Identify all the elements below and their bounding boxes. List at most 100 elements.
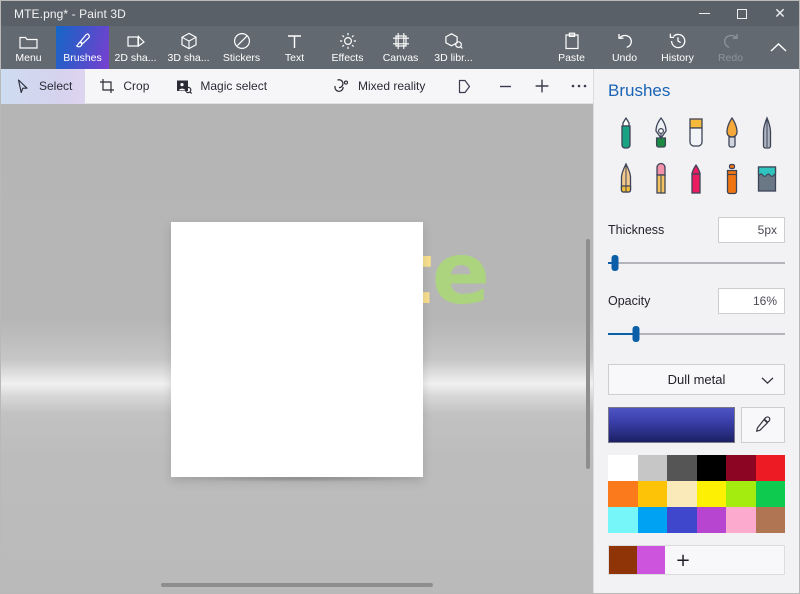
current-color-swatch[interactable]: [608, 407, 735, 443]
ribbon-item-brushes[interactable]: Brushes: [56, 26, 109, 69]
palette-swatch[interactable]: [608, 507, 638, 533]
recent-color-swatch[interactable]: [609, 546, 637, 574]
thickness-knob[interactable]: [612, 255, 619, 271]
mixed-reality-label: Mixed reality: [358, 79, 425, 93]
thickness-slider[interactable]: [608, 255, 785, 271]
palette-swatch[interactable]: [638, 507, 668, 533]
collapse-ribbon-button[interactable]: [757, 26, 799, 69]
palette-swatch[interactable]: [638, 481, 668, 507]
zoom-out-button[interactable]: [489, 69, 522, 104]
magic-select-label: Magic select: [200, 79, 267, 93]
palette-swatch[interactable]: [697, 507, 727, 533]
ribbon-item-text[interactable]: Text: [268, 26, 321, 69]
ribbon-toolbar: Menu Brushes 2D sha... 3D sha... Sticker: [1, 26, 799, 69]
zoom-in-button[interactable]: [526, 69, 559, 104]
palette-swatch[interactable]: [726, 507, 756, 533]
select-tool-label: Select: [39, 79, 72, 93]
brush-calligraphy-pen[interactable]: [643, 112, 678, 154]
brush-fill[interactable]: [750, 158, 785, 200]
horizontal-scrollbar[interactable]: [161, 583, 433, 587]
ribbon-item-effects[interactable]: Effects: [321, 26, 374, 69]
brush-oil-brush[interactable]: [679, 112, 714, 154]
mixed-reality-button[interactable]: Mixed reality: [320, 69, 438, 104]
canvas-icon: [392, 31, 410, 50]
palette-swatch[interactable]: [638, 455, 668, 481]
magic-select-button[interactable]: Magic select: [162, 69, 280, 104]
thickness-value[interactable]: 5px: [718, 217, 785, 243]
eyedropper-icon: [753, 415, 773, 435]
crop-tool-button[interactable]: Crop: [85, 69, 162, 104]
brush-crayon[interactable]: [679, 158, 714, 200]
select-tool-button[interactable]: Select: [1, 69, 85, 104]
pixel-pen-icon: [756, 116, 778, 150]
brush-watercolor[interactable]: [714, 112, 749, 154]
brush-marker[interactable]: [608, 112, 643, 154]
palette-swatch[interactable]: [608, 481, 638, 507]
close-icon: ✕: [774, 7, 786, 21]
more-options-button[interactable]: [562, 69, 595, 104]
palette-swatch[interactable]: [667, 481, 697, 507]
add-color-button[interactable]: +: [665, 546, 701, 574]
material-dropdown[interactable]: Dull metal: [608, 364, 785, 395]
ribbon-item-3d-shapes[interactable]: 3D sha...: [162, 26, 215, 69]
ribbon-label-3d-library: 3D libr...: [434, 52, 473, 64]
eyedropper-button[interactable]: [741, 407, 785, 443]
recent-color-swatch[interactable]: [637, 546, 665, 574]
window-controls: ✕: [685, 1, 799, 26]
palette-swatch[interactable]: [608, 455, 638, 481]
ribbon-item-menu[interactable]: Menu: [1, 26, 56, 69]
brush-pencil[interactable]: [608, 158, 643, 200]
spray-can-icon: [721, 162, 743, 196]
material-value: Dull metal: [668, 372, 726, 387]
ribbon-item-history[interactable]: History: [651, 26, 704, 69]
vertical-scrollbar[interactable]: [586, 239, 590, 469]
recent-colors-list: [609, 546, 665, 574]
color-palette: [608, 455, 785, 533]
opacity-label: Opacity: [608, 294, 650, 308]
palette-swatch[interactable]: [697, 481, 727, 507]
ribbon-item-canvas[interactable]: Canvas: [374, 26, 427, 69]
view-in-3d-button[interactable]: [448, 69, 481, 104]
maximize-button[interactable]: [723, 1, 761, 26]
palette-swatch[interactable]: [726, 455, 756, 481]
mixed-reality-icon: [333, 78, 350, 95]
canvas-workspace[interactable]: mte: [1, 104, 595, 594]
brush-icon: [73, 31, 92, 50]
text-icon: [286, 31, 303, 50]
calligraphy-pen-icon: [650, 116, 672, 150]
ribbon-item-redo: Redo: [704, 26, 757, 69]
ribbon-item-paste[interactable]: Paste: [545, 26, 598, 69]
ribbon-item-undo[interactable]: Undo: [598, 26, 651, 69]
pencil-icon: [615, 162, 637, 196]
cursor-icon: [14, 78, 31, 95]
3d-library-icon: [444, 31, 463, 50]
palette-swatch[interactable]: [756, 507, 786, 533]
palette-swatch[interactable]: [756, 455, 786, 481]
ribbon-label-brushes: Brushes: [63, 52, 102, 64]
palette-swatch[interactable]: [726, 481, 756, 507]
opacity-knob[interactable]: [633, 326, 640, 342]
ribbon-label-text: Text: [285, 52, 304, 64]
ribbon-item-stickers[interactable]: Stickers: [215, 26, 268, 69]
tool-options-bar: Select Crop Magic select Mixed reality: [1, 69, 595, 104]
minimize-button[interactable]: [685, 1, 723, 26]
ribbon-item-3d-library[interactable]: 3D libr...: [427, 26, 480, 69]
brush-pixel-pen[interactable]: [750, 112, 785, 154]
opacity-slider[interactable]: [608, 326, 785, 342]
palette-swatch[interactable]: [667, 455, 697, 481]
drawing-canvas[interactable]: [171, 222, 423, 477]
ribbon-item-2d-shapes[interactable]: 2D sha...: [109, 26, 162, 69]
close-button[interactable]: ✕: [761, 1, 799, 26]
window-title: MTE.png* - Paint 3D: [14, 7, 126, 21]
brush-spray-can[interactable]: [714, 158, 749, 200]
palette-swatch[interactable]: [756, 481, 786, 507]
undo-icon: [616, 31, 634, 50]
thickness-row: Thickness 5px: [608, 217, 785, 243]
opacity-row: Opacity 16%: [608, 288, 785, 314]
opacity-value[interactable]: 16%: [718, 288, 785, 314]
palette-swatch[interactable]: [667, 507, 697, 533]
magic-select-icon: [175, 78, 192, 95]
palette-swatch[interactable]: [697, 455, 727, 481]
brush-eraser[interactable]: [643, 158, 678, 200]
play-view-icon: [457, 79, 472, 94]
